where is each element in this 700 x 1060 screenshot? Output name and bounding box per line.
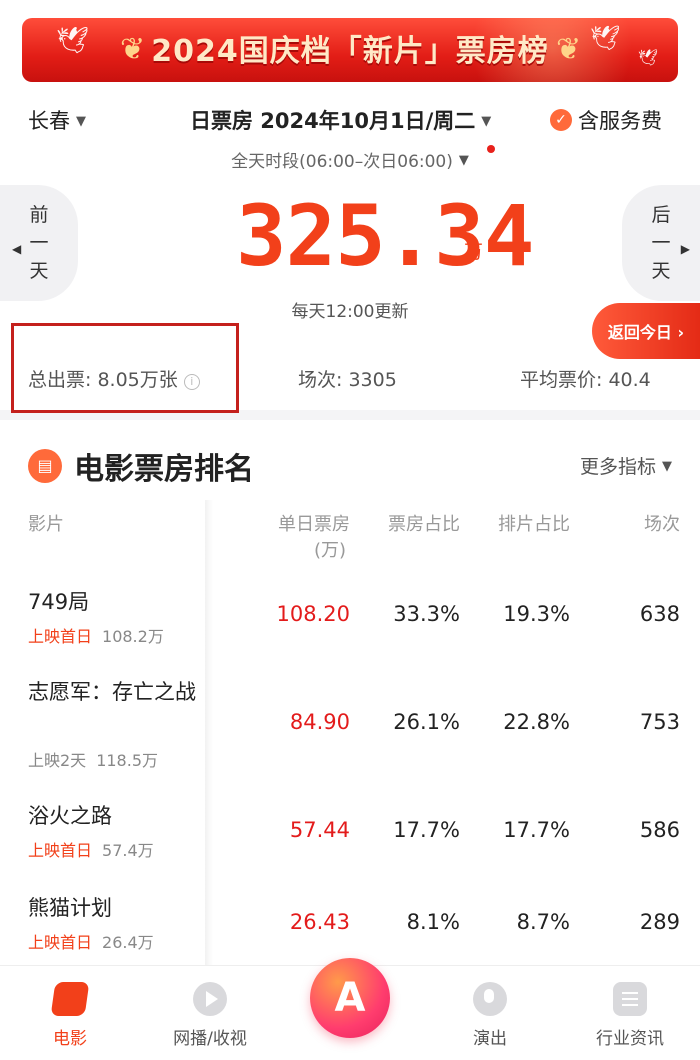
cumulative-gross: 26.4万 xyxy=(102,933,154,952)
app-logo-button[interactable]: A xyxy=(310,958,390,1038)
caret-down-icon: ▼ xyxy=(76,114,86,129)
release-status: 上映首日 xyxy=(28,933,93,952)
time-period-label: 全天时段(06:00–次日06:00) xyxy=(231,152,453,172)
tab-streaming-label: 网播/收视 xyxy=(173,1029,247,1049)
caret-down-icon: ▼ xyxy=(458,153,469,168)
next-day-button[interactable]: ▶ 后 一 天 xyxy=(622,185,700,301)
gross-share-cell: 8.1% xyxy=(406,910,460,934)
highlight-annotation-box xyxy=(11,323,239,413)
schedule-share-cell: 19.3% xyxy=(503,602,570,626)
next-day-char: 后 xyxy=(651,204,671,226)
banner-container: 🕊 🕊 🕊 ❦ ❦ 2024国庆档「新片」票房榜 xyxy=(0,0,700,95)
column-header-schedule[interactable]: 排片占比 xyxy=(470,512,570,538)
tab-streaming[interactable]: 网播/收视 xyxy=(150,982,270,1049)
ticket-icon xyxy=(50,982,90,1016)
chevron-left-icon: ◀ xyxy=(12,242,22,256)
daily-gross-unit: 万 xyxy=(464,241,484,263)
daily-gross-cell: 84.90 xyxy=(289,710,350,734)
film-reel-icon: ▤ xyxy=(28,449,62,483)
banner-title: 2024国庆档「新片」票房榜 xyxy=(151,34,549,69)
cumulative-gross: 118.5万 xyxy=(96,751,158,770)
tab-movie-label: 电影 xyxy=(53,1029,87,1049)
tab-shows[interactable]: 演出 xyxy=(430,982,550,1049)
gross-share-cell: 17.7% xyxy=(393,818,460,842)
daily-gross-cell: 57.44 xyxy=(289,818,350,842)
shows-cell: 289 xyxy=(639,910,680,934)
column-header-daily-gross[interactable]: 单日票房 (万) xyxy=(250,512,350,564)
tab-shows-label: 演出 xyxy=(473,1029,507,1049)
city-selector[interactable]: 长春 ▼ xyxy=(28,105,86,135)
schedule-share-cell: 22.8% xyxy=(503,710,570,734)
prev-day-char: 前 xyxy=(29,204,49,226)
daily-gross-cell: 108.20 xyxy=(276,602,350,626)
schedule-share-cell: 17.7% xyxy=(503,818,570,842)
table-row[interactable]: 熊猫计划 上映首日 26.4万 26.43 8.1% 8.7% 289 xyxy=(0,892,700,965)
city-label: 长春 xyxy=(28,109,70,133)
prev-day-char: 一 xyxy=(29,232,49,254)
film-release-info: 上映首日 26.4万 xyxy=(28,929,154,953)
date-label: 日票房 2024年10月1日/周二 xyxy=(190,109,476,133)
column-header-film: 影片 xyxy=(28,514,64,535)
table-row[interactable]: 志愿军：存亡之战 上映2天 118.5万 84.90 26.1% 22.8% 75… xyxy=(0,676,700,800)
release-status: 上映2天 xyxy=(28,751,87,770)
service-fee-toggle[interactable]: ✓ 含服务费 xyxy=(550,105,662,135)
column-header-gross-line1: 单日票房 xyxy=(278,514,350,535)
release-status: 上映首日 xyxy=(28,841,93,860)
column-header-shows[interactable]: 场次 xyxy=(580,512,680,538)
caret-down-icon: ▼ xyxy=(662,459,672,474)
ranking-title: 电影票房排名 xyxy=(74,452,254,487)
film-name: 浴火之路 xyxy=(28,804,112,828)
table-row[interactable]: 749局 上映首日 108.2万 108.20 33.3% 19.3% 638 xyxy=(0,586,700,676)
shows-cell: 638 xyxy=(639,602,680,626)
film-name: 熊猫计划 xyxy=(28,896,112,920)
check-circle-icon: ✓ xyxy=(550,109,572,131)
daily-gross-value: 325.34 xyxy=(236,187,534,285)
service-fee-label: 含服务费 xyxy=(578,109,662,133)
notification-dot xyxy=(487,145,495,153)
gross-share-cell: 26.1% xyxy=(393,710,460,734)
prev-day-char: 天 xyxy=(29,260,49,282)
film-name: 749局 xyxy=(28,590,90,614)
app-logo-letter: A xyxy=(334,975,366,1021)
shows-cell: 753 xyxy=(639,710,680,734)
microphone-icon xyxy=(473,982,507,1016)
cumulative-gross: 108.2万 xyxy=(102,627,164,646)
shows-stat: 场次: 3305 xyxy=(298,369,397,391)
more-metrics-label: 更多指标 xyxy=(579,456,656,478)
tab-news-label: 行业资讯 xyxy=(596,1029,664,1049)
table-row[interactable]: 浴火之路 上映首日 57.4万 57.44 17.7% 17.7% 586 xyxy=(0,800,700,892)
bottom-tab-bar: 电影 网播/收视 A 演出 行业资讯 xyxy=(0,958,700,1060)
tab-industry-news[interactable]: 行业资讯 xyxy=(570,982,690,1049)
next-day-char: 一 xyxy=(651,232,671,254)
gross-share-cell: 33.3% xyxy=(393,602,460,626)
chevron-right-icon: ▶ xyxy=(680,242,690,256)
avg-price-stat: 平均票价: 40.4 xyxy=(520,369,651,391)
column-header-share[interactable]: 票房占比 xyxy=(360,512,460,538)
cumulative-gross: 57.4万 xyxy=(102,841,154,860)
column-header-gross-line2: (万) xyxy=(313,540,346,561)
shows-cell: 586 xyxy=(639,818,680,842)
film-release-info: 上映首日 57.4万 xyxy=(28,837,154,861)
more-metrics-dropdown[interactable]: 更多指标 ▼ xyxy=(580,452,672,479)
national-day-banner[interactable]: 🕊 🕊 🕊 ❦ ❦ 2024国庆档「新片」票房榜 xyxy=(22,18,678,82)
play-icon xyxy=(193,982,227,1016)
time-period-selector[interactable]: 全天时段(06:00–次日06:00) ▼ xyxy=(0,147,700,172)
tab-movie[interactable]: 电影 xyxy=(10,982,130,1049)
ranking-header: ▤ 电影票房排名 xyxy=(28,444,254,488)
prev-day-button[interactable]: ◀ 前 一 天 xyxy=(0,185,78,301)
film-name: 志愿军：存亡之战 xyxy=(28,680,196,704)
film-release-info: 上映2天 118.5万 xyxy=(28,747,158,771)
document-icon xyxy=(613,982,647,1016)
film-release-info: 上映首日 108.2万 xyxy=(28,623,164,647)
date-selector[interactable]: 日票房 2024年10月1日/周二 ▼ xyxy=(190,105,491,135)
caret-down-icon: ▼ xyxy=(481,114,492,129)
schedule-share-cell: 8.7% xyxy=(516,910,570,934)
release-status: 上映首日 xyxy=(28,627,93,646)
box-office-ranking: ▤ 电影票房排名 更多指标 ▼ 影片 单日票房 (万) 票房占比 排片占比 场次 … xyxy=(0,420,700,965)
next-day-char: 天 xyxy=(651,260,671,282)
daily-gross-cell: 26.43 xyxy=(289,910,350,934)
back-to-today-button[interactable]: 返回今日 › xyxy=(592,303,700,359)
box-office-header: 长春 ▼ 日票房 2024年10月1日/周二 ▼ ✓ 含服务费 全天时段(06:00… xyxy=(0,95,700,413)
